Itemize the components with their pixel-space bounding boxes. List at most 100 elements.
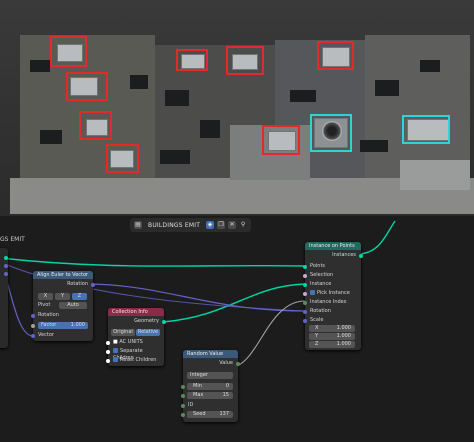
rooftop — [400, 160, 470, 190]
cyan-annotation-box — [310, 114, 352, 152]
scale-y-field[interactable]: Y 1.000 — [309, 333, 355, 340]
pin-icon[interactable]: ⚲ — [239, 221, 247, 229]
socket-vector[interactable] — [4, 264, 8, 268]
window — [360, 140, 388, 152]
input-instance: Instance — [310, 281, 332, 287]
link-rotation — [91, 283, 306, 312]
separate-children-row: Separate Children — [113, 348, 143, 361]
3d-viewport[interactable] — [0, 0, 474, 216]
socket-separate[interactable] — [106, 350, 110, 354]
red-annotation-box — [317, 41, 354, 70]
window — [420, 60, 440, 72]
socket-points[interactable] — [303, 265, 307, 269]
input-selection: Selection — [310, 272, 334, 278]
red-annotation-box — [226, 46, 264, 75]
output-geometry: Geometry — [134, 318, 159, 324]
socket-pick-instance[interactable] — [303, 292, 307, 296]
socket-vector[interactable] — [4, 272, 8, 276]
socket-instance-index[interactable] — [303, 301, 307, 305]
socket-max[interactable] — [181, 394, 185, 398]
tab-original[interactable]: Original — [111, 329, 135, 336]
copy-icon[interactable]: ❐ — [217, 221, 226, 229]
node-header[interactable]: Align Euler to Vector — [33, 271, 93, 279]
socket-id[interactable] — [181, 404, 185, 408]
max-field[interactable]: Max 15 — [187, 392, 233, 399]
min-field[interactable]: Min 0 — [187, 383, 233, 390]
socket-factor[interactable] — [31, 324, 35, 328]
node-header[interactable]: Collection Info — [108, 308, 164, 316]
checkbox-pick-instance[interactable] — [310, 290, 315, 295]
scale-z-field[interactable]: Z 1.000 — [309, 341, 355, 348]
red-annotation-box — [79, 111, 112, 140]
window — [40, 130, 62, 144]
type-select[interactable]: Integer — [187, 372, 233, 379]
socket-min[interactable] — [181, 385, 185, 389]
left-node-fragment-label: GS EMIT — [0, 236, 25, 243]
node-collection-info[interactable]: Collection Info Geometry Original Relati… — [106, 308, 166, 366]
input-rotation: Rotation — [310, 308, 331, 314]
window — [160, 150, 190, 164]
socket-vector-in[interactable] — [31, 334, 35, 338]
red-annotation-box — [50, 36, 87, 67]
link-collection-instance — [162, 283, 306, 323]
collection-field[interactable]: AC UNITS — [119, 339, 143, 345]
output-value: Value — [219, 360, 233, 366]
checkbox-reset-children[interactable] — [113, 357, 118, 362]
input-instance-index: Instance Index — [310, 299, 347, 305]
shield-icon[interactable]: ◈ — [206, 221, 215, 229]
window — [375, 80, 399, 96]
axis-x-button[interactable]: X — [38, 293, 53, 300]
socket-geometry[interactable] — [4, 256, 8, 260]
socket-seed[interactable] — [181, 413, 185, 417]
socket-rotation-in[interactable] — [31, 314, 35, 318]
partial-node[interactable] — [0, 248, 8, 348]
rotation-input-row: Rotation — [38, 312, 59, 318]
socket-instance[interactable] — [303, 283, 307, 287]
id-row: ID — [188, 402, 194, 408]
checkbox-separate-children[interactable] — [113, 348, 118, 353]
socket-geometry-out[interactable] — [162, 320, 166, 324]
socket-reset[interactable] — [106, 359, 110, 363]
node-header[interactable]: Random Value — [183, 350, 238, 358]
socket-rotation[interactable] — [303, 310, 307, 314]
red-annotation-box — [176, 49, 208, 71]
reset-children-row: Reset Children — [108, 357, 164, 364]
tab-relative[interactable]: Relative — [136, 329, 160, 336]
collection-row: ■ AC UNITS — [108, 339, 164, 346]
pivot-select[interactable]: Auto — [59, 302, 87, 309]
socket-collection[interactable] — [106, 341, 110, 345]
red-annotation-box — [262, 125, 300, 155]
link-geometry-points — [0, 257, 306, 267]
window — [165, 90, 189, 106]
red-annotation-box — [106, 144, 139, 173]
collection-icon: ■ — [113, 339, 118, 345]
window — [290, 90, 316, 102]
window — [30, 60, 50, 72]
cyan-annotation-box — [402, 115, 450, 144]
socket-value-out[interactable] — [236, 362, 240, 366]
window — [130, 75, 148, 89]
node-tree-name[interactable]: BUILDINGS EMIT — [148, 222, 200, 229]
axis-y-button[interactable]: Y — [55, 293, 70, 300]
close-icon[interactable]: ✕ — [228, 221, 237, 229]
link-instances-out — [359, 220, 396, 255]
socket-scale[interactable] — [303, 319, 307, 323]
input-points: Points — [310, 263, 326, 269]
node-align-euler-to-vector[interactable]: Align Euler to Vector Rotation X Y Z Piv… — [31, 271, 95, 341]
node-random-value[interactable]: Random Value Value Integer Min 0 Max 15 … — [181, 350, 240, 422]
vector-input-row: Vector — [38, 332, 54, 338]
factor-field[interactable]: Factor 1.000 — [38, 322, 88, 329]
node-instance-on-points[interactable]: Instance on Points Instances Points Sele… — [303, 242, 363, 350]
socket-selection[interactable] — [303, 274, 307, 278]
socket-rotation-out[interactable] — [91, 283, 95, 287]
scale-x-field[interactable]: X 1.000 — [309, 325, 355, 332]
red-annotation-box — [66, 72, 108, 101]
node-header[interactable]: Instance on Points — [305, 242, 361, 250]
seed-field[interactable]: Seed 137 — [187, 411, 233, 418]
window — [200, 120, 220, 138]
node-tree-header[interactable]: ▤ BUILDINGS EMIT ◈ ❐ ✕ ⚲ — [130, 218, 252, 232]
socket-instances-out[interactable] — [359, 254, 363, 258]
node-tree-icon[interactable]: ▤ — [134, 221, 142, 229]
axis-z-button[interactable]: Z — [72, 293, 87, 300]
output-instances: Instances — [332, 252, 356, 258]
